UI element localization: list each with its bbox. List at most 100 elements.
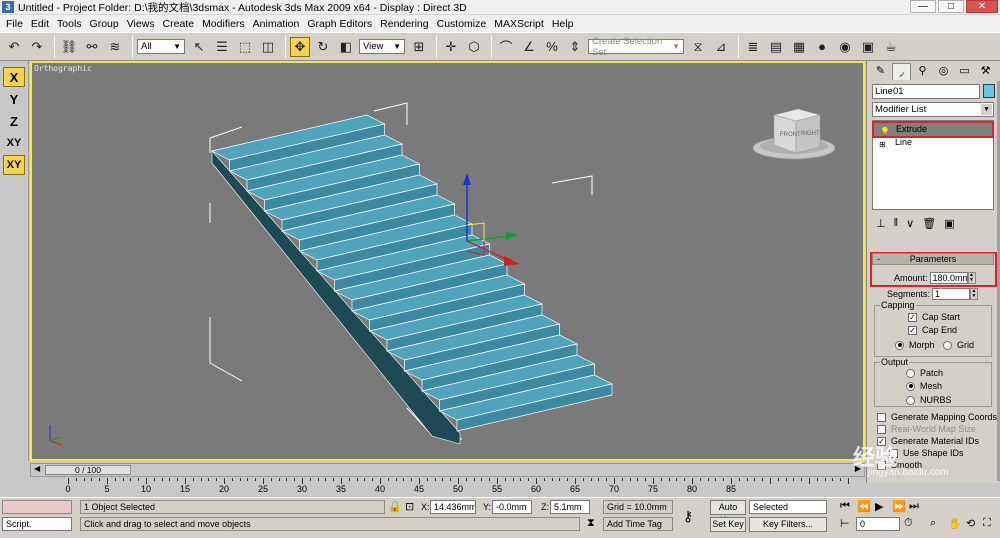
menu-group[interactable]: Group [86,18,123,30]
amount-spinner-arrows[interactable]: ▲ ▼ [967,272,976,284]
move-gizmo[interactable] [463,173,520,266]
keyboard-shortcut-override-icon[interactable]: ⬡ [464,37,484,57]
cap-start-checkbox[interactable]: ✓ Cap Start [908,312,960,322]
nurbs-radio[interactable]: NURBS [906,395,952,405]
previous-key-icon[interactable]: ⏪ [857,500,871,513]
unlink-icon[interactable]: ⚯ [82,37,102,57]
menu-customize[interactable]: Customize [433,18,491,30]
key-mode-dropdown[interactable]: Selected [749,500,827,514]
expand-icon[interactable]: ⊞ [879,138,886,151]
z-coord-field[interactable]: 5.1mm [550,500,590,514]
key-mode-toggle-icon[interactable]: ⊢ [840,517,850,530]
select-and-rotate-icon[interactable]: ↻ [313,37,333,57]
real-world-map-size-checkbox[interactable]: Real-World Map Size [877,424,976,434]
snaps-toggle-icon[interactable]: ⌒ [496,37,516,57]
key-icon[interactable]: ⚷ [683,508,693,525]
select-and-move-icon[interactable]: ✥ [290,36,310,57]
menu-help[interactable]: Help [548,18,578,30]
menu-maxscript[interactable]: MAXScript [490,18,548,30]
current-frame-field[interactable]: 0 [856,517,900,531]
menu-animation[interactable]: Animation [249,18,304,30]
go-to-start-icon[interactable]: ⏮ [840,500,850,513]
rendered-frame-icon[interactable]: ▣ [858,37,878,57]
maximize-viewport-icon[interactable]: ⛶ [983,517,991,530]
modifier-list-dropdown[interactable]: Modifier List ▼ [872,102,994,117]
grid-radio[interactable]: Grid [943,340,974,350]
create-tab-icon[interactable]: ✎ [871,63,890,80]
key-filters-button[interactable]: Key Filters... [749,517,827,532]
modify-tab-icon[interactable]: ◞ [892,63,911,80]
menu-graph-editors[interactable]: Graph Editors [303,18,376,30]
spinner-snap-icon[interactable]: ⇕ [565,37,585,57]
mirror-icon[interactable]: ⧖ [688,37,708,57]
add-time-tag[interactable]: Add Time Tag [603,517,673,531]
align-icon[interactable]: ⊿ [711,37,731,57]
maximize-button[interactable]: □ [938,0,964,13]
configure-modifier-sets-icon[interactable]: ▣ [944,217,954,230]
menu-views[interactable]: Views [123,18,159,30]
y-coord-field[interactable]: -0.0mm [492,500,532,514]
schematic-view-icon[interactable]: ▦ [789,37,809,57]
stack-item-line[interactable]: ⊞ Line [873,136,993,149]
minimize-button[interactable]: — [910,0,936,13]
segments-spinner-arrows[interactable]: ▲ ▼ [970,288,979,300]
select-and-manipulate-icon[interactable]: ✛ [441,37,461,57]
auto-key-button[interactable]: Auto Key [710,500,746,525]
redo-icon[interactable]: ↷ [27,37,47,57]
object-name-field[interactable]: Line01 [872,84,980,99]
menu-edit[interactable]: Edit [27,18,53,30]
orthographic-viewport[interactable]: Orthographic FRONT RIGHT [30,61,865,461]
pan-view-icon[interactable]: ✋ [948,517,962,530]
axis-x-button[interactable]: X [3,67,25,87]
angle-snap-icon[interactable]: ∠ [519,37,539,57]
menu-modifiers[interactable]: Modifiers [198,18,249,30]
window-crossing-icon[interactable]: ◫ [258,37,278,57]
set-key-button[interactable]: Set Key [710,517,746,532]
utilities-tab-icon[interactable]: ⚒ [976,63,995,80]
close-button[interactable]: ✕ [966,0,998,13]
morph-radio[interactable]: Morph [895,340,935,350]
show-end-result-icon[interactable]: ‖ [894,217,899,229]
select-and-scale-icon[interactable]: ◧ [336,37,356,57]
patch-radio[interactable]: Patch [906,368,943,378]
render-production-icon[interactable]: ☕ [881,37,901,57]
zoom-icon[interactable]: ⌕ [930,517,936,530]
time-tag-icon[interactable]: ⧗ [587,517,595,530]
go-to-end-icon[interactable]: ⏭ [909,500,919,513]
pin-stack-icon[interactable]: ⊥ [876,217,886,230]
axis-y-button[interactable]: Y [3,89,25,109]
menu-tools[interactable]: Tools [53,18,86,30]
selection-filter-dropdown[interactable]: All ▼ [137,39,185,54]
play-icon[interactable]: ▶ [875,500,883,513]
curve-editor-icon[interactable]: ▤ [766,37,786,57]
plane-xy-button[interactable]: XY [3,133,25,153]
parameters-rollout-header[interactable]: - Parameters [872,253,994,265]
cap-end-checkbox[interactable]: ✓ Cap End [908,325,957,335]
x-coord-field[interactable]: 14.436mm [430,500,476,514]
rectangular-selection-icon[interactable]: ⬚ [235,37,255,57]
reference-coordinate-dropdown[interactable]: View ▼ [359,39,405,54]
lock-selection-icon[interactable]: 🔒 [388,500,402,513]
next-key-icon[interactable]: ⏩ [892,500,906,513]
select-and-link-icon[interactable]: ⛓ [59,37,79,57]
menu-rendering[interactable]: Rendering [376,18,432,30]
motion-tab-icon[interactable]: ◎ [934,63,953,80]
hierarchy-tab-icon[interactable]: ⚲ [913,63,932,80]
mesh-radio[interactable]: Mesh [906,381,942,391]
pivot-center-icon[interactable]: ⊞ [409,37,429,57]
make-unique-icon[interactable]: ∨ [906,217,914,230]
remove-modifier-icon[interactable]: 🗑 [922,217,936,230]
time-configuration-icon[interactable]: ⏱ [904,517,913,530]
object-color-swatch[interactable] [983,84,995,98]
3dsmax-app-icon[interactable]: 3 [2,1,14,13]
plane-cycle-button[interactable]: XY [3,155,25,175]
orbit-icon[interactable]: ⟲ [966,517,975,530]
absolute-mode-icon[interactable]: ⊡ [405,500,414,513]
time-slider-thumb[interactable]: 0 / 100 [45,465,131,475]
material-editor-icon[interactable]: ● [812,37,832,57]
menu-file[interactable]: File [2,18,27,30]
track-bar[interactable]: 0 5 10 15 20 25 30 35 40 45 50 55 60 65 70 75 80 85 [30,478,866,496]
menu-create[interactable]: Create [159,18,199,30]
viewcube[interactable]: FRONT RIGHT [752,108,836,160]
stack-item-extrude[interactable]: 💡 Extrude [872,121,994,138]
